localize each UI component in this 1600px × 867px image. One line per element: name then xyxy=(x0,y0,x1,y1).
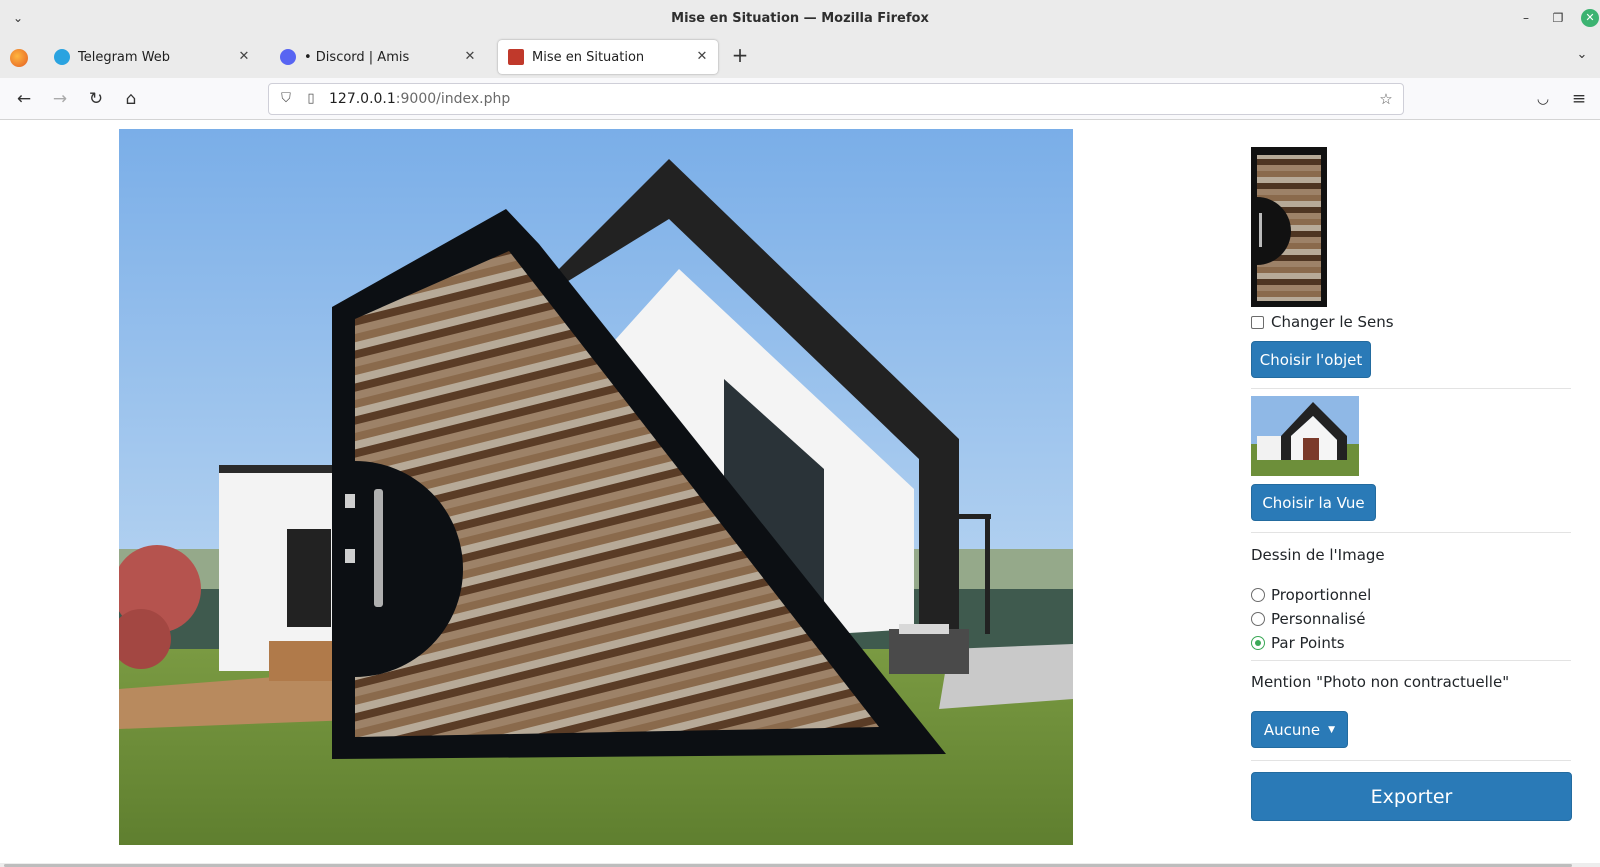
forward-icon[interactable]: → xyxy=(48,87,72,111)
list-tabs-icon[interactable]: ⌄ xyxy=(1570,43,1594,67)
minimize-icon[interactable]: – xyxy=(1517,9,1535,27)
export-button[interactable]: Exporter xyxy=(1251,772,1572,821)
choose-view-button[interactable]: Choisir la Vue xyxy=(1251,484,1376,521)
tab-label: Mise en Situation xyxy=(532,49,645,65)
url-path: :9000/index.php xyxy=(395,91,511,107)
chevron-down-icon[interactable]: ⌄ xyxy=(10,10,26,26)
telegram-icon xyxy=(54,49,70,65)
close-window-icon[interactable]: ✕ xyxy=(1581,9,1599,27)
radio-proportionnel[interactable]: Proportionnel xyxy=(1251,586,1371,604)
shield-icon[interactable]: ⛉ xyxy=(277,90,295,108)
caret-down-icon: ▼ xyxy=(1328,724,1336,735)
discord-icon xyxy=(280,49,296,65)
house-preview-image xyxy=(1251,396,1359,476)
pocket-icon[interactable]: ◡ xyxy=(1531,87,1555,111)
radio-label: Personnalisé xyxy=(1271,610,1366,628)
tab-label: Telegram Web xyxy=(78,49,171,65)
choose-object-button[interactable]: Choisir l'objet xyxy=(1251,341,1371,378)
navigation-bar: ← → ↻ ⌂ ⛉ ▯ 127.0.0.1:9000/index.php ☆ ◡… xyxy=(0,78,1600,120)
bookmark-star-icon[interactable]: ☆ xyxy=(1377,90,1395,108)
close-tab-icon[interactable]: ✕ xyxy=(236,49,252,65)
change-direction-row[interactable]: Changer le Sens xyxy=(1251,313,1394,331)
site-icon xyxy=(508,49,524,65)
tab-telegram[interactable]: Telegram Web ✕ xyxy=(44,40,260,74)
app-menu-icon[interactable]: ≡ xyxy=(1567,87,1591,111)
mention-dropdown-label: Aucune xyxy=(1263,720,1321,739)
radio-button[interactable] xyxy=(1251,612,1265,626)
drawing-heading: Dessin de l'Image xyxy=(1251,546,1385,564)
divider xyxy=(1251,760,1571,761)
scene-canvas[interactable] xyxy=(119,129,1073,845)
radio-button[interactable] xyxy=(1251,588,1265,602)
mention-heading: Mention "Photo non contractuelle" xyxy=(1251,673,1510,691)
view-thumbnail[interactable] xyxy=(1251,396,1359,476)
radio-label: Par Points xyxy=(1271,634,1345,652)
reload-icon[interactable]: ↻ xyxy=(84,87,108,111)
tab-discord[interactable]: • Discord | Amis ✕ xyxy=(270,40,486,74)
window-title: Mise en Situation — Mozilla Firefox xyxy=(671,10,929,26)
back-icon[interactable]: ← xyxy=(12,87,36,111)
door-preview-image xyxy=(1251,147,1327,307)
close-tab-icon[interactable]: ✕ xyxy=(462,49,478,65)
window-titlebar: ⌄ Mise en Situation — Mozilla Firefox – … xyxy=(0,0,1600,36)
divider xyxy=(1251,660,1571,661)
radio-personnalise[interactable]: Personnalisé xyxy=(1251,610,1365,628)
radio-button[interactable] xyxy=(1251,636,1265,650)
mention-dropdown[interactable]: Aucune ▼ xyxy=(1251,711,1348,748)
url-text: 127.0.0.1:9000/index.php xyxy=(329,91,510,107)
tab-label: • Discord | Amis xyxy=(304,49,410,65)
address-bar[interactable]: ⛉ ▯ 127.0.0.1:9000/index.php ☆ xyxy=(268,83,1404,115)
page-content: Changer le Sens Choisir l'objet Choisir … xyxy=(0,120,1600,867)
new-tab-icon[interactable]: + xyxy=(728,43,752,67)
firefox-icon[interactable] xyxy=(10,49,28,67)
divider xyxy=(1251,532,1571,533)
horizontal-scrollbar[interactable] xyxy=(0,863,1600,867)
divider xyxy=(1251,388,1571,389)
change-direction-label: Changer le Sens xyxy=(1271,313,1394,331)
door-thumbnail[interactable] xyxy=(1251,147,1327,307)
radio-par-points[interactable]: Par Points xyxy=(1251,634,1345,652)
scene-image xyxy=(119,129,1073,845)
home-icon[interactable]: ⌂ xyxy=(119,87,143,111)
tab-mise-en-situation[interactable]: Mise en Situation ✕ xyxy=(498,40,718,74)
close-tab-icon[interactable]: ✕ xyxy=(694,49,710,65)
tab-bar: Telegram Web ✕ • Discord | Amis ✕ Mise e… xyxy=(0,36,1600,78)
restore-icon[interactable]: ❐ xyxy=(1549,9,1567,27)
radio-label: Proportionnel xyxy=(1271,586,1372,604)
page-icon: ▯ xyxy=(307,91,315,106)
url-host: 127.0.0.1 xyxy=(329,91,396,107)
change-direction-checkbox[interactable] xyxy=(1251,315,1264,329)
